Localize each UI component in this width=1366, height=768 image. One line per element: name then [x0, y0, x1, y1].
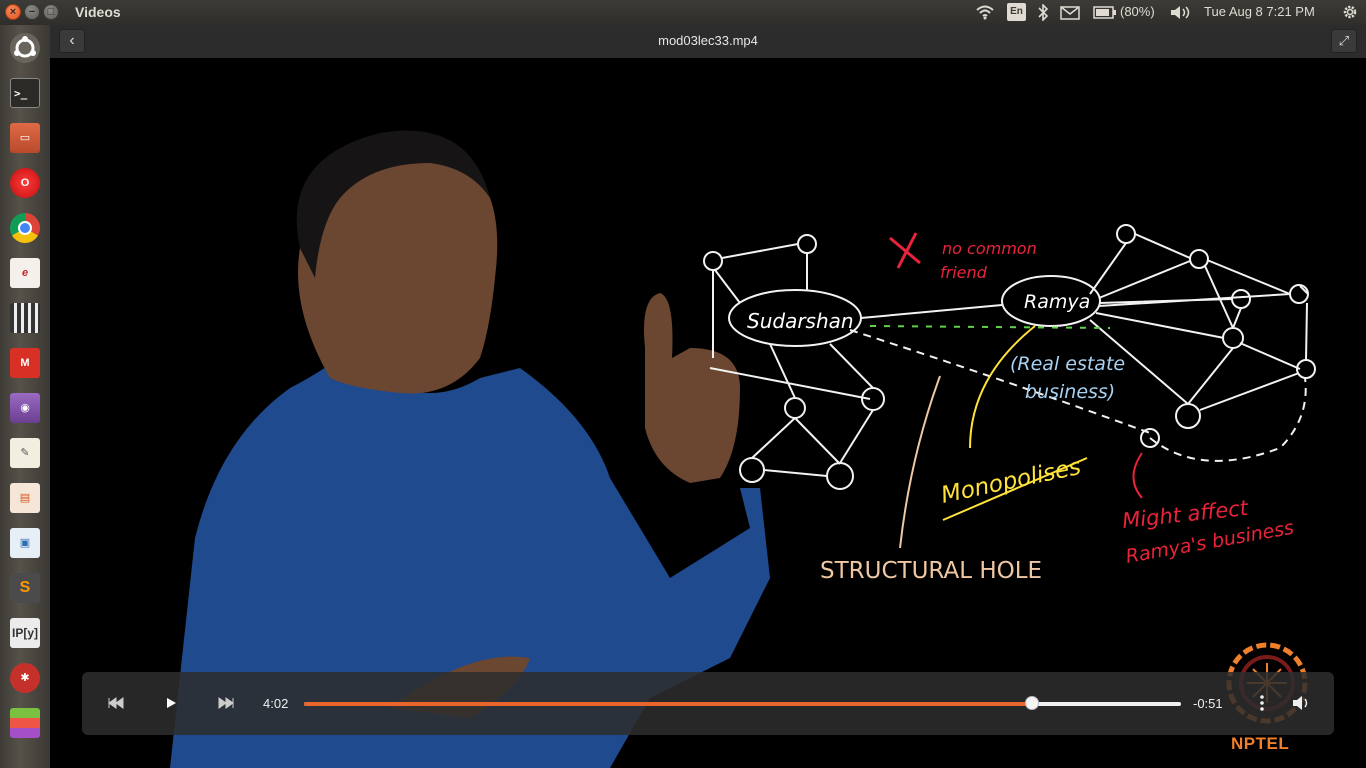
maximize-window-button[interactable]: □ [43, 4, 59, 20]
gmail-icon: M [10, 348, 40, 378]
notes-icon: ✎ [10, 438, 40, 468]
opera-icon: O [10, 168, 40, 198]
green-arrow-path [869, 325, 1111, 329]
speaker-icon [1293, 696, 1308, 710]
clock[interactable]: Tue Aug 8 7:21 PM [1204, 4, 1315, 19]
launcher-gmail[interactable]: M [5, 344, 45, 382]
launcher: >_ ▭ O e M ◉ ✎ ▤ ▣ S IP[y] ✱ [0, 25, 50, 768]
launcher-text-editor[interactable]: e [5, 254, 45, 292]
misc-app-icon [10, 708, 40, 738]
ipython-icon: IP[y] [10, 618, 40, 648]
launcher-ipython[interactable]: IP[y] [5, 614, 45, 652]
chrome-icon [10, 213, 40, 243]
more-options-button[interactable] [1252, 692, 1272, 714]
terminal-icon: >_ [10, 78, 40, 108]
vertical-dots-icon [1260, 695, 1264, 711]
battery-icon[interactable] [1093, 6, 1117, 19]
image-viewer-icon: ▣ [10, 528, 40, 558]
launcher-sublime[interactable]: S [5, 569, 45, 607]
seek-bar-thumb[interactable] [1024, 696, 1039, 710]
elapsed-time: 4:02 [263, 696, 289, 711]
bluetooth-icon[interactable] [1037, 4, 1049, 21]
volume-icon[interactable] [1170, 5, 1192, 20]
ubuntu-logo-icon [10, 33, 40, 63]
minimize-icon: − [28, 6, 36, 18]
webcam-icon: ◉ [10, 393, 40, 423]
dash-home-button[interactable] [5, 29, 45, 67]
seek-bar[interactable] [304, 696, 1181, 710]
annotation-monopolises: Monopolises [939, 454, 1083, 509]
node-label-ramya: Ramya [1024, 291, 1090, 313]
top-panel: × − □ Videos En (80%) Tue Aug 8 7:21 PM [0, 0, 1366, 25]
node-label-sudarshan: Sudarshan [747, 309, 854, 333]
fullscreen-button[interactable]: ⤢ [1331, 29, 1357, 53]
maximize-icon: □ [47, 6, 55, 18]
play-button[interactable] [160, 692, 182, 714]
mail-icon[interactable] [1060, 6, 1080, 20]
sublime-text-icon: S [10, 573, 40, 603]
annotation-structural-hole: STRUCTURAL HOLE [820, 558, 1042, 584]
remaining-time: -0:51 [1193, 696, 1223, 711]
skip-forward-icon [218, 697, 234, 709]
minimize-window-button[interactable]: − [24, 4, 40, 20]
close-window-button[interactable]: × [5, 4, 21, 20]
launcher-network-tool[interactable]: ✱ [5, 659, 45, 697]
annotation-no-common-1: no common [942, 239, 1037, 258]
files-icon: ▭ [10, 123, 40, 153]
might-affect-arrow [1132, 452, 1143, 499]
launcher-video-editor[interactable] [5, 299, 45, 337]
wifi-icon[interactable] [975, 5, 995, 20]
launcher-image-viewer[interactable]: ▣ [5, 524, 45, 562]
video-file-title: mod03lec33.mp4 [658, 33, 758, 48]
annotation-no-common-2: friend [940, 263, 988, 282]
annotation-real-estate-1: (Real estate [1010, 353, 1125, 375]
app-title: Videos [75, 4, 121, 20]
next-button[interactable] [216, 692, 238, 714]
play-icon [167, 698, 176, 708]
launcher-webcam[interactable]: ◉ [5, 389, 45, 427]
keyboard-layout-indicator[interactable]: En [1007, 3, 1026, 21]
clapperboard-icon [10, 303, 40, 333]
seek-bar-progress [304, 702, 1032, 706]
launcher-opera[interactable]: O [5, 164, 45, 202]
launcher-terminal[interactable]: >_ [5, 74, 45, 112]
launcher-files[interactable]: ▭ [5, 119, 45, 157]
video-canvas[interactable]: Sudarshan Ramya no common friend (Real e… [50, 58, 1366, 768]
text-editor-icon: e [10, 258, 40, 288]
network-tool-icon: ✱ [10, 663, 40, 693]
volume-button[interactable] [1290, 692, 1312, 714]
cross-mark [889, 232, 921, 269]
launcher-chrome[interactable] [5, 209, 45, 247]
launcher-presentation[interactable]: ▤ [5, 479, 45, 517]
presentation-icon: ▤ [10, 483, 40, 513]
video-frame: Sudarshan Ramya no common friend (Real e… [170, 130, 1316, 768]
launcher-notes[interactable]: ✎ [5, 434, 45, 472]
annotation-real-estate-2: business) [1025, 381, 1115, 403]
skip-back-icon [108, 697, 124, 709]
launcher-misc-app[interactable] [5, 704, 45, 742]
structural-hole-arrow [899, 375, 941, 549]
video-header-bar: ‹ mod03lec33.mp4 ⤢ [50, 25, 1366, 59]
playback-controls: 4:02 -0:51 [82, 672, 1334, 735]
battery-percentage: (80%) [1120, 4, 1155, 19]
nptel-watermark: NPTEL [1231, 734, 1290, 753]
settings-gear-icon[interactable] [1341, 3, 1359, 21]
fullscreen-icon: ⤢ [1338, 33, 1350, 48]
close-icon: × [9, 6, 17, 18]
previous-button[interactable] [104, 692, 126, 714]
